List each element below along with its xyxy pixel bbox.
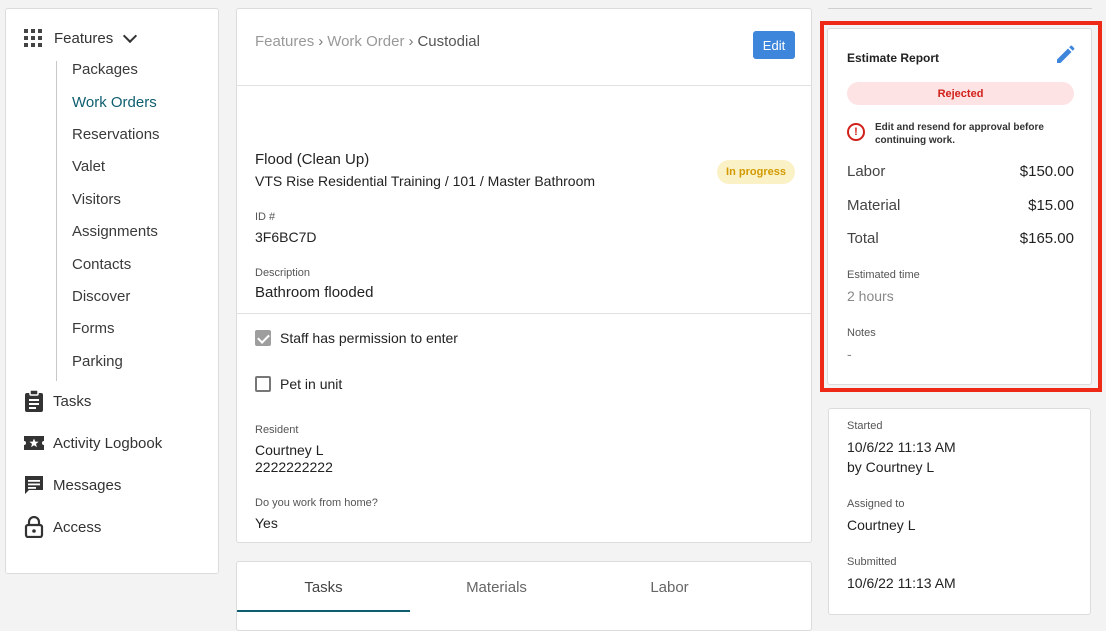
- chevron-right-icon: ›: [318, 33, 324, 50]
- highlight-frame: [820, 21, 1102, 392]
- started-by: by Courtney L: [847, 459, 935, 475]
- sidebar-item-label: Activity Logbook: [53, 434, 163, 452]
- chevron-right-icon: ›: [408, 33, 414, 50]
- resident-phone: 2222222222: [255, 459, 333, 475]
- sidebar-item-label: Access: [53, 518, 102, 536]
- sidebar-item-label: Tasks: [53, 392, 92, 410]
- sidebar-item-contacts[interactable]: Contacts: [72, 256, 131, 273]
- work-order-location: VTS Rise Residential Training / 101 / Ma…: [255, 173, 596, 189]
- sidebar-item-activity-logbook[interactable]: Activity Logbook: [24, 431, 162, 455]
- assigned-label: Assigned to: [847, 498, 905, 510]
- pet-label: Pet in unit: [280, 376, 343, 392]
- sidebar-item-messages[interactable]: Messages: [24, 473, 121, 497]
- work-order-title: Flood (Clean Up): [255, 151, 370, 168]
- tab-label: Materials: [466, 578, 527, 596]
- divider: [237, 85, 811, 86]
- sidebar-item-parking[interactable]: Parking: [72, 353, 123, 370]
- status-badge: In progress: [717, 160, 795, 184]
- sidebar-item-access[interactable]: Access: [24, 515, 101, 539]
- sidebar-item-visitors[interactable]: Visitors: [72, 191, 121, 208]
- tab-labor[interactable]: Labor: [583, 562, 756, 612]
- tabs-card: Tasks Materials Labor: [236, 561, 812, 631]
- submitted-label: Submitted: [847, 556, 897, 568]
- sidebar-item-discover[interactable]: Discover: [72, 288, 130, 305]
- divider: [828, 8, 1092, 9]
- star-ticket-icon: [24, 436, 44, 450]
- permission-checkbox-row[interactable]: Staff has permission to enter: [255, 330, 458, 346]
- edit-button[interactable]: Edit: [753, 31, 795, 59]
- sidebar-item-reservations[interactable]: Reservations: [72, 126, 160, 143]
- chevron-down-icon: [123, 28, 138, 44]
- breadcrumb-current: Custodial: [417, 33, 480, 50]
- permission-checkbox[interactable]: [255, 330, 271, 346]
- wfh-value: Yes: [255, 515, 278, 531]
- submitted-value: 10/6/22 11:13 AM: [847, 575, 956, 591]
- breadcrumb-features[interactable]: Features: [255, 33, 314, 50]
- sidebar-item-work-orders[interactable]: Work Orders: [72, 94, 157, 111]
- id-value: 3F6BC7D: [255, 229, 317, 245]
- sidebar: Features Packages Work Orders Reservatio…: [5, 8, 219, 574]
- tab-materials[interactable]: Materials: [410, 562, 583, 612]
- sidebar-item-assignments[interactable]: Assignments: [72, 223, 158, 240]
- apps-grid-icon: [24, 29, 42, 47]
- tab-tasks[interactable]: Tasks: [237, 562, 410, 612]
- description-value: Bathroom flooded: [255, 284, 374, 301]
- pet-checkbox-row[interactable]: Pet in unit: [255, 376, 342, 392]
- tab-label: Tasks: [304, 578, 343, 596]
- work-order-detail-card: Features › Work Order › Custodial Edit Flood…: [236, 8, 812, 543]
- divider: [237, 313, 811, 314]
- sidebar-item-valet[interactable]: Valet: [72, 158, 105, 175]
- active-tab-indicator: [237, 610, 410, 612]
- tab-label: Labor: [650, 578, 689, 596]
- started-label: Started: [847, 420, 883, 432]
- resident-name: Courtney L: [255, 442, 324, 458]
- features-label: Features: [54, 29, 114, 47]
- breadcrumb-work-order[interactable]: Work Order: [327, 33, 404, 50]
- sidebar-item-forms[interactable]: Forms: [72, 320, 115, 337]
- work-order-info-card: Started 10/6/22 11:13 AM by Courtney L A…: [828, 408, 1091, 615]
- resident-label: Resident: [255, 424, 299, 436]
- features-menu-toggle[interactable]: Features: [24, 27, 138, 49]
- lock-icon: [24, 516, 44, 538]
- assigned-value: Courtney L: [847, 517, 916, 533]
- description-label: Description: [255, 267, 311, 279]
- message-icon: [25, 476, 43, 494]
- breadcrumb: Features › Work Order › Custodial: [255, 33, 480, 50]
- sidebar-item-label: Messages: [53, 476, 122, 494]
- sidebar-item-packages[interactable]: Packages: [72, 61, 138, 78]
- id-label: ID #: [255, 211, 276, 223]
- wfh-label: Do you work from home?: [255, 497, 378, 509]
- sidebar-item-tasks[interactable]: Tasks: [24, 389, 91, 413]
- pet-checkbox[interactable]: [255, 376, 271, 392]
- clipboard-icon: [25, 390, 43, 412]
- submenu-divider: [56, 61, 57, 381]
- permission-label: Staff has permission to enter: [280, 330, 458, 346]
- started-value: 10/6/22 11:13 AM: [847, 439, 956, 455]
